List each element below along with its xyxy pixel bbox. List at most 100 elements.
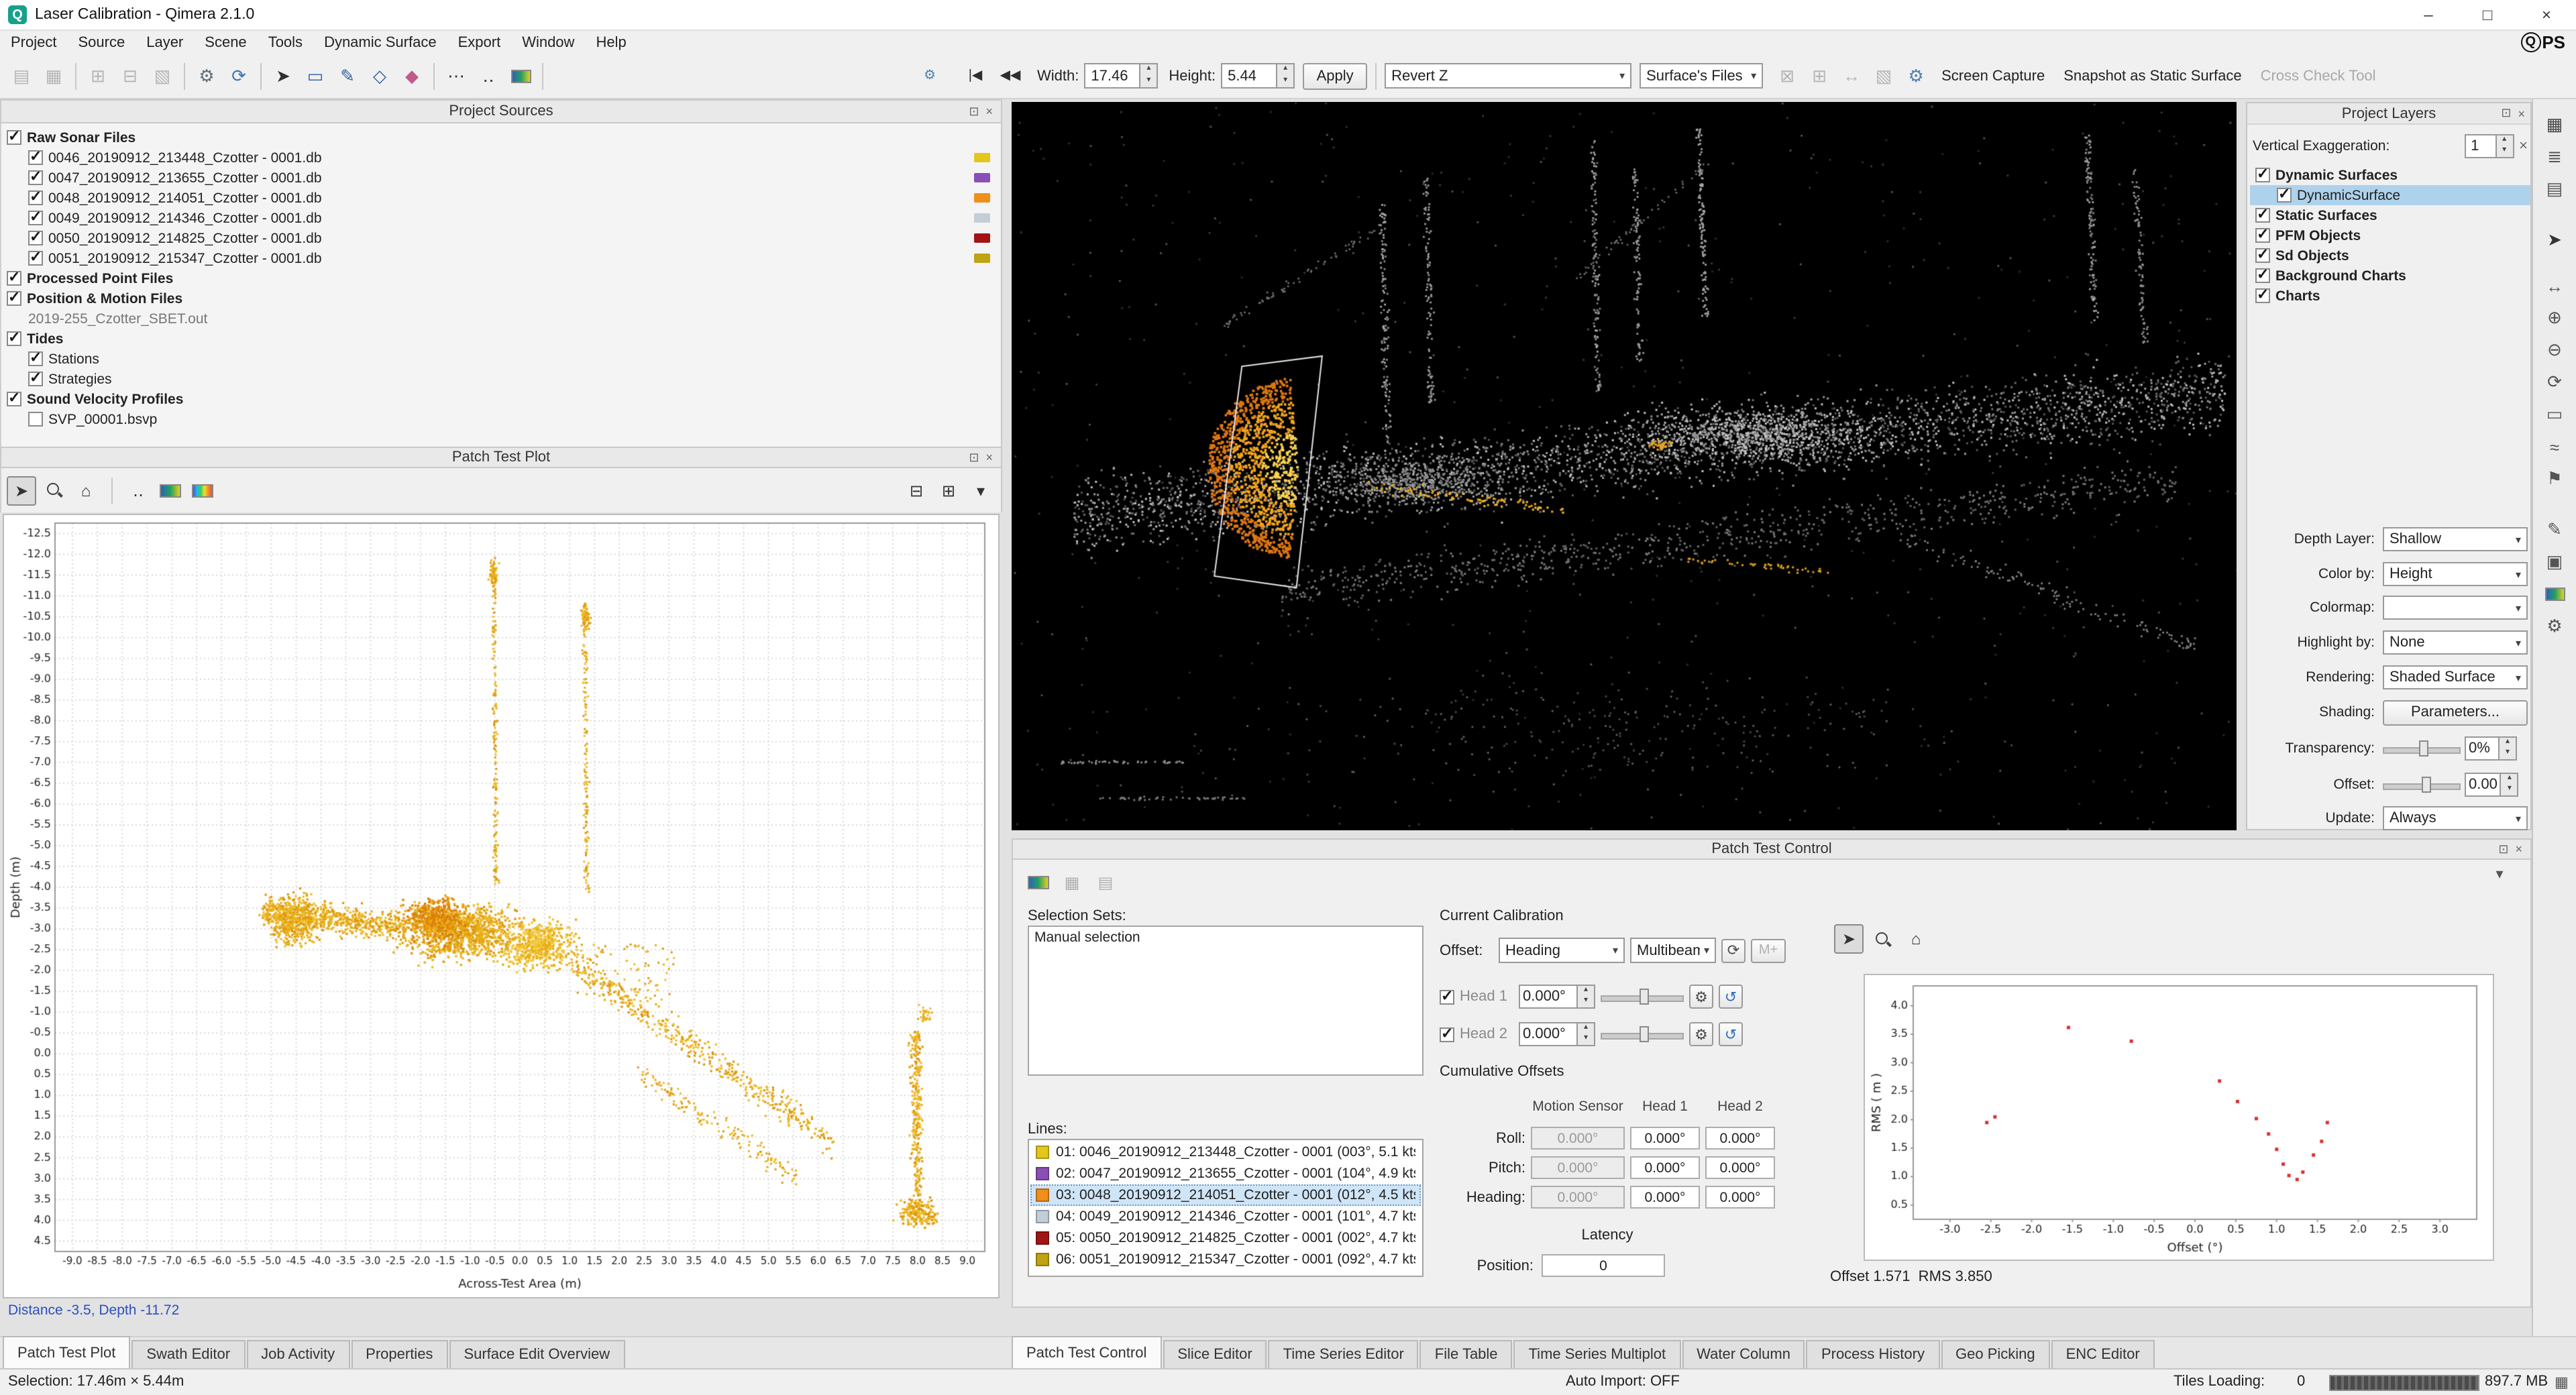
update-combo[interactable]: Always ▾ — [2383, 806, 2528, 830]
surfaces-files-combo[interactable]: Surface's Files ▾ — [1640, 63, 1763, 89]
left-dock-tab[interactable]: Patch Test Plot — [3, 1336, 130, 1368]
report-icon[interactable]: ▤ — [1091, 868, 1120, 897]
revert-z-combo[interactable]: Revert Z ▾ — [1385, 63, 1631, 89]
slice-tool-icon[interactable]: ≈ — [2538, 432, 2571, 461]
menu-item[interactable]: Dynamic Surface — [313, 31, 447, 54]
transparency-slider[interactable] — [2383, 739, 2461, 758]
select-cursor-icon[interactable]: ➤ — [1834, 924, 1864, 954]
heading-head2-value[interactable]: 0.000° — [1705, 1186, 1775, 1209]
item-checkbox[interactable] — [7, 291, 21, 306]
rendering-combo[interactable]: Shaded Surface ▾ — [2383, 665, 2528, 689]
colormap-combo[interactable]: ▾ — [2383, 596, 2528, 620]
line-item[interactable]: 01: 0046_20190912_213448_Czotter - 0001 … — [1030, 1141, 1421, 1163]
close-panel-icon[interactable]: × — [2518, 107, 2525, 120]
center-dock-tab[interactable]: Patch Test Control — [1012, 1336, 1161, 1368]
pitch-head1-value[interactable]: 0.000° — [1630, 1156, 1700, 1179]
add-processed-points-icon[interactable]: ⊟ — [114, 60, 146, 92]
item-checkbox[interactable] — [28, 211, 43, 225]
item-checkbox[interactable] — [28, 190, 43, 205]
home-view-icon[interactable]: ⌂ — [71, 476, 101, 505]
capture-settings-icon[interactable]: ⚙ — [1900, 60, 1932, 92]
colormap-icon[interactable] — [1024, 868, 1053, 897]
select-polygon-icon[interactable]: ◇ — [364, 60, 396, 92]
item-checkbox[interactable] — [7, 130, 21, 145]
measure-icon[interactable]: ▭ — [2538, 400, 2571, 429]
spinner-arrows[interactable]: ▴▾ — [2502, 773, 2519, 797]
screen-capture-button[interactable]: Screen Capture — [1941, 68, 2045, 84]
center-dock-tab[interactable]: Slice Editor — [1163, 1340, 1267, 1368]
patch-test-control-header[interactable]: Patch Test Control ⊡ × — [1012, 838, 2532, 860]
select-cursor-icon[interactable]: ➤ — [2538, 225, 2571, 255]
processing-settings-icon[interactable]: ⚙ — [191, 60, 223, 92]
close-panel-icon[interactable]: × — [985, 451, 993, 464]
head-solve-button[interactable]: ⚙ — [1689, 985, 1713, 1009]
axis-options-icon[interactable]: ⊞ — [934, 476, 963, 505]
width-spinner[interactable]: 17.46 ▴▾ — [1084, 63, 1158, 89]
head-reset-button[interactable]: ↺ — [1719, 1022, 1743, 1046]
item-checkbox[interactable] — [2255, 268, 2270, 283]
float-panel-icon[interactable]: ⊡ — [2498, 842, 2508, 856]
tree-item[interactable]: 2019-255_Czotter_SBET.out — [1, 309, 1001, 329]
tree-item[interactable]: Stations — [1, 349, 1001, 369]
tree-item[interactable]: PFM Objects — [2250, 225, 2530, 245]
reprocess-icon[interactable]: ⟳ — [223, 60, 255, 92]
head-offset-slider[interactable] — [1601, 1025, 1684, 1044]
transparency-spinner[interactable]: 0% ▴▾ — [2465, 736, 2517, 761]
collapse-chevron-icon[interactable]: ▾ — [966, 476, 996, 505]
float-panel-icon[interactable]: ⊡ — [2501, 106, 2511, 121]
spinner-arrows[interactable]: ▴▾ — [1578, 1022, 1595, 1046]
item-checkbox[interactable] — [2255, 228, 2270, 243]
skip-to-start-icon[interactable]: |◀ — [959, 60, 991, 92]
maximize-button[interactable]: □ — [2458, 0, 2517, 30]
menu-item[interactable]: Scene — [194, 31, 257, 54]
menu-item[interactable]: Tools — [258, 31, 313, 54]
offset-spinner[interactable]: 0.00 ▴▾ — [2465, 773, 2519, 797]
highlight-by-combo[interactable]: None ▾ — [2383, 630, 2528, 655]
save-calibration-icon[interactable]: ▦ — [1057, 868, 1087, 897]
patch-test-plot-header[interactable]: Patch Test Plot ⊡ × — [0, 447, 1002, 468]
left-dock-tab[interactable]: Job Activity — [246, 1340, 350, 1368]
fast-rewind-icon[interactable]: ◀◀ — [994, 60, 1026, 92]
tree-item[interactable]: Background Charts — [2250, 266, 2530, 286]
colormap-icon[interactable] — [504, 60, 537, 92]
tree-item[interactable]: Processed Point Files — [1, 268, 1001, 288]
center-dock-tab[interactable]: Water Column — [1682, 1340, 1805, 1368]
selection-sets-list[interactable]: Manual selection — [1028, 926, 1424, 1076]
head-offset-slider[interactable] — [1601, 987, 1684, 1006]
project-layers-header[interactable]: Project Layers ⊡ × — [2247, 103, 2530, 125]
roll-head1-value[interactable]: 0.000° — [1630, 1127, 1700, 1150]
selection-set-item[interactable]: Manual selection — [1029, 927, 1422, 948]
add-grid-icon[interactable]: ▧ — [146, 60, 178, 92]
item-checkbox[interactable] — [2255, 248, 2270, 263]
home-view-icon[interactable]: ⌂ — [1901, 924, 1931, 954]
tree-item[interactable]: 0050_20190912_214825_Czotter - 0001.db — [1, 228, 1001, 248]
flag-icon[interactable]: ⚑ — [2538, 464, 2571, 494]
tree-item[interactable]: SVP_00001.bsvp — [1, 409, 1001, 429]
collapse-chevron-icon[interactable]: ▾ — [2482, 862, 2517, 884]
line-item[interactable]: 03: 0048_20190912_214051_Czotter - 0001 … — [1030, 1184, 1421, 1206]
item-checkbox[interactable] — [28, 150, 43, 165]
zoom-in-icon[interactable]: ⊕ — [2538, 303, 2571, 333]
head-offset-spinner[interactable]: 0.000° ▴▾ — [1519, 1022, 1595, 1046]
line-item[interactable]: 06: 0051_20190912_215347_Czotter - 0001 … — [1030, 1249, 1421, 1270]
menu-item[interactable]: Layer — [136, 31, 194, 54]
grid-view-icon[interactable]: ⊞ — [1803, 60, 1835, 92]
head-reset-button[interactable]: ↺ — [1719, 985, 1743, 1009]
point-size-icon[interactable]: ‥ — [472, 60, 504, 92]
depth-layer-combo[interactable]: Shallow ▾ — [2383, 527, 2528, 551]
item-checkbox[interactable] — [2255, 288, 2270, 303]
layout-grid-icon[interactable]: ▦ — [2538, 110, 2571, 140]
open-project-icon[interactable]: ▤ — [5, 60, 38, 92]
menu-item[interactable]: Help — [585, 31, 637, 54]
line-item[interactable]: 04: 0049_20190912_214346_Czotter - 0001 … — [1030, 1206, 1421, 1227]
tree-item[interactable]: Position & Motion Files — [1, 288, 1001, 309]
head-enable-checkbox[interactable] — [1440, 989, 1454, 1004]
clear-selection-icon[interactable]: ◆ — [396, 60, 428, 92]
item-checkbox[interactable] — [28, 351, 43, 366]
expand-view-icon[interactable]: ↔ — [1835, 60, 1868, 92]
point-size-icon[interactable]: ‥ — [123, 476, 153, 505]
zoom-icon[interactable] — [39, 476, 68, 505]
tree-item[interactable]: 0046_20190912_213448_Czotter - 0001.db — [1, 148, 1001, 168]
center-dock-tab[interactable]: Geo Picking — [1941, 1340, 2050, 1368]
item-checkbox[interactable] — [2277, 188, 2292, 203]
